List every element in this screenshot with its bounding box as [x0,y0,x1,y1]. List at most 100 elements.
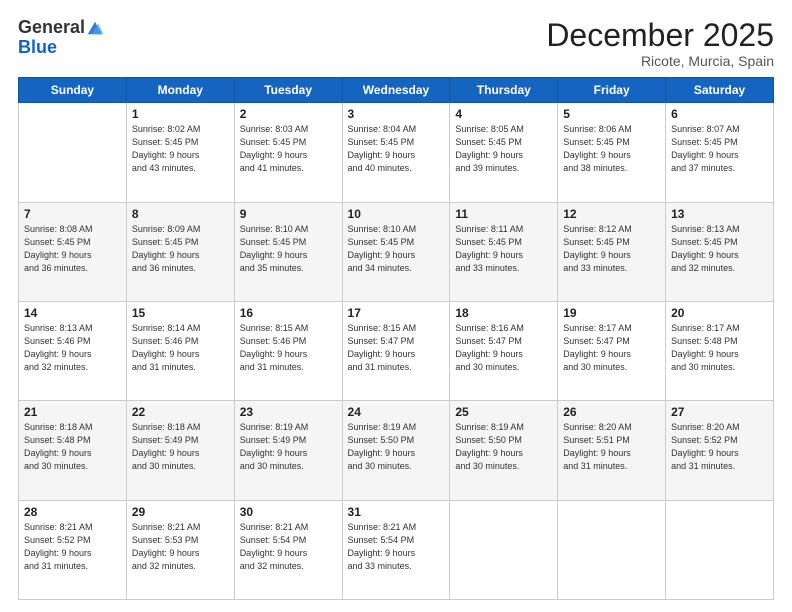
day-number: 23 [240,405,337,419]
day-info: Sunrise: 8:06 AMSunset: 5:45 PMDaylight:… [563,123,660,175]
calendar-week-row: 28 Sunrise: 8:21 AMSunset: 5:52 PMDayligh… [19,500,774,599]
logo-general: General [18,18,85,38]
header: General Blue December 2025 Ricote, Murci… [18,18,774,69]
table-row: 10 Sunrise: 8:10 AMSunset: 5:45 PMDayligh… [342,202,450,301]
table-row: 11Sunrise: 8:11 AMSunset: 5:45 PMDayligh… [450,202,558,301]
table-row [666,500,774,599]
table-row: 4 Sunrise: 8:05 AMSunset: 5:45 PMDaylight… [450,103,558,202]
table-row: 7 Sunrise: 8:08 AMSunset: 5:45 PMDaylight… [19,202,127,301]
day-info: Sunrise: 8:15 AMSunset: 5:47 PMDaylight:… [348,322,445,374]
table-row: 29 Sunrise: 8:21 AMSunset: 5:53 PMDayligh… [126,500,234,599]
day-info: Sunrise: 8:03 AMSunset: 5:45 PMDaylight:… [240,123,337,175]
day-number: 28 [24,505,121,519]
day-info: Sunrise: 8:08 AMSunset: 5:45 PMDaylight:… [24,223,121,275]
day-number: 3 [348,107,445,121]
day-number: 18 [455,306,552,320]
day-info: Sunrise: 8:19 AMSunset: 5:49 PMDaylight:… [240,421,337,473]
day-number: 14 [24,306,121,320]
day-info: Sunrise: 8:11 AMSunset: 5:45 PMDaylight:… [455,223,552,275]
month-title: December 2025 [546,18,774,53]
day-number: 24 [348,405,445,419]
day-info: Sunrise: 8:10 AMSunset: 5:45 PMDaylight:… [240,223,337,275]
day-info: Sunrise: 8:15 AMSunset: 5:46 PMDaylight:… [240,322,337,374]
day-number: 5 [563,107,660,121]
day-number: 29 [132,505,229,519]
day-number: 9 [240,207,337,221]
day-info: Sunrise: 8:10 AMSunset: 5:45 PMDaylight:… [348,223,445,275]
table-row [558,500,666,599]
table-row: 2 Sunrise: 8:03 AMSunset: 5:45 PMDaylight… [234,103,342,202]
day-info: Sunrise: 8:19 AMSunset: 5:50 PMDaylight:… [348,421,445,473]
calendar-week-row: 14Sunrise: 8:13 AMSunset: 5:46 PMDayligh… [19,301,774,400]
table-row: 18Sunrise: 8:16 AMSunset: 5:47 PMDayligh… [450,301,558,400]
table-row: 12Sunrise: 8:12 AMSunset: 5:45 PMDayligh… [558,202,666,301]
day-number: 21 [24,405,121,419]
logo-icon [86,19,104,37]
day-info: Sunrise: 8:21 AMSunset: 5:54 PMDaylight:… [348,521,445,573]
day-number: 1 [132,107,229,121]
day-number: 31 [348,505,445,519]
table-row: 27 Sunrise: 8:20 AMSunset: 5:52 PMDayligh… [666,401,774,500]
col-friday: Friday [558,78,666,103]
calendar-week-row: 1Sunrise: 8:02 AMSunset: 5:45 PMDaylight… [19,103,774,202]
day-number: 30 [240,505,337,519]
table-row: 25 Sunrise: 8:19 AMSunset: 5:50 PMDayligh… [450,401,558,500]
day-number: 15 [132,306,229,320]
day-number: 10 [348,207,445,221]
table-row: 13Sunrise: 8:13 AMSunset: 5:45 PMDayligh… [666,202,774,301]
day-number: 12 [563,207,660,221]
page: General Blue December 2025 Ricote, Murci… [0,0,792,612]
day-number: 8 [132,207,229,221]
calendar-table: Sunday Monday Tuesday Wednesday Thursday… [18,77,774,600]
logo-blue: Blue [18,37,57,57]
table-row: 9 Sunrise: 8:10 AMSunset: 5:45 PMDaylight… [234,202,342,301]
table-row: 21 Sunrise: 8:18 AMSunset: 5:48 PMDayligh… [19,401,127,500]
table-row [450,500,558,599]
col-thursday: Thursday [450,78,558,103]
day-number: 25 [455,405,552,419]
col-wednesday: Wednesday [342,78,450,103]
table-row [19,103,127,202]
col-monday: Monday [126,78,234,103]
day-info: Sunrise: 8:14 AMSunset: 5:46 PMDaylight:… [132,322,229,374]
day-info: Sunrise: 8:21 AMSunset: 5:53 PMDaylight:… [132,521,229,573]
table-row: 24 Sunrise: 8:19 AMSunset: 5:50 PMDayligh… [342,401,450,500]
day-number: 27 [671,405,768,419]
day-number: 17 [348,306,445,320]
day-info: Sunrise: 8:19 AMSunset: 5:50 PMDaylight:… [455,421,552,473]
table-row: 30 Sunrise: 8:21 AMSunset: 5:54 PMDayligh… [234,500,342,599]
calendar-week-row: 21 Sunrise: 8:18 AMSunset: 5:48 PMDayligh… [19,401,774,500]
day-info: Sunrise: 8:07 AMSunset: 5:45 PMDaylight:… [671,123,768,175]
table-row: 22Sunrise: 8:18 AMSunset: 5:49 PMDayligh… [126,401,234,500]
table-row: 23 Sunrise: 8:19 AMSunset: 5:49 PMDayligh… [234,401,342,500]
table-row: 28 Sunrise: 8:21 AMSunset: 5:52 PMDayligh… [19,500,127,599]
day-number: 20 [671,306,768,320]
day-number: 7 [24,207,121,221]
day-number: 6 [671,107,768,121]
title-block: December 2025 Ricote, Murcia, Spain [546,18,774,69]
day-info: Sunrise: 8:20 AMSunset: 5:52 PMDaylight:… [671,421,768,473]
day-number: 16 [240,306,337,320]
calendar-header-row: Sunday Monday Tuesday Wednesday Thursday… [19,78,774,103]
day-info: Sunrise: 8:18 AMSunset: 5:48 PMDaylight:… [24,421,121,473]
day-info: Sunrise: 8:09 AMSunset: 5:45 PMDaylight:… [132,223,229,275]
day-number: 2 [240,107,337,121]
col-sunday: Sunday [19,78,127,103]
calendar-week-row: 7 Sunrise: 8:08 AMSunset: 5:45 PMDaylight… [19,202,774,301]
col-saturday: Saturday [666,78,774,103]
table-row: 5 Sunrise: 8:06 AMSunset: 5:45 PMDaylight… [558,103,666,202]
day-info: Sunrise: 8:21 AMSunset: 5:54 PMDaylight:… [240,521,337,573]
table-row: 3Sunrise: 8:04 AMSunset: 5:45 PMDaylight… [342,103,450,202]
day-info: Sunrise: 8:13 AMSunset: 5:45 PMDaylight:… [671,223,768,275]
table-row: 15 Sunrise: 8:14 AMSunset: 5:46 PMDayligh… [126,301,234,400]
day-info: Sunrise: 8:17 AMSunset: 5:48 PMDaylight:… [671,322,768,374]
day-number: 4 [455,107,552,121]
table-row: 1Sunrise: 8:02 AMSunset: 5:45 PMDaylight… [126,103,234,202]
table-row: 6 Sunrise: 8:07 AMSunset: 5:45 PMDaylight… [666,103,774,202]
table-row: 20 Sunrise: 8:17 AMSunset: 5:48 PMDayligh… [666,301,774,400]
table-row: 26Sunrise: 8:20 AMSunset: 5:51 PMDayligh… [558,401,666,500]
day-info: Sunrise: 8:05 AMSunset: 5:45 PMDaylight:… [455,123,552,175]
day-number: 26 [563,405,660,419]
day-info: Sunrise: 8:21 AMSunset: 5:52 PMDaylight:… [24,521,121,573]
day-number: 22 [132,405,229,419]
